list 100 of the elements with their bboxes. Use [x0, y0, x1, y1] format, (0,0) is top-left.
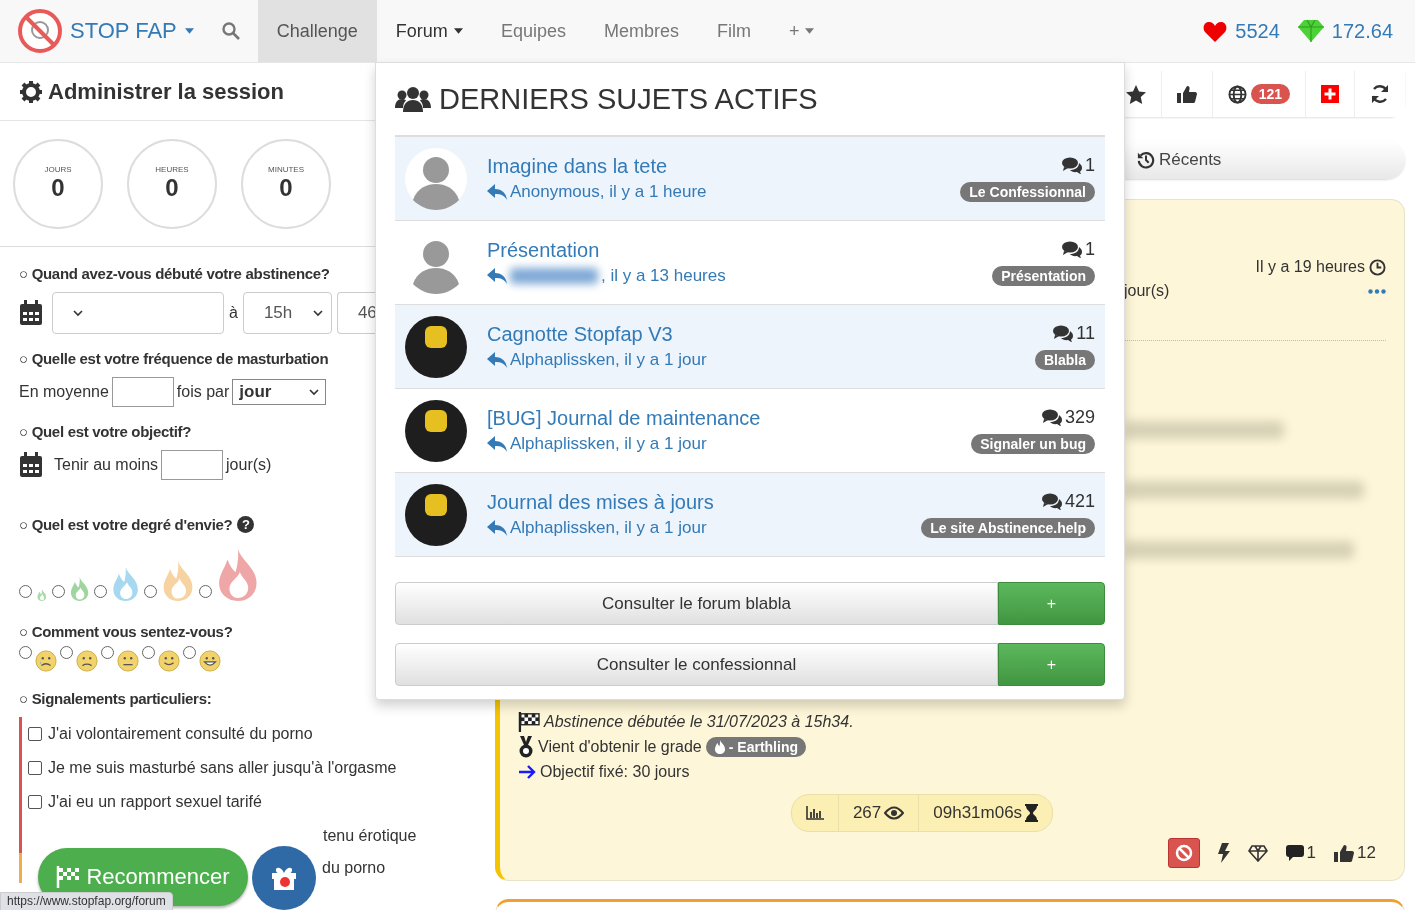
question-text: ○ Quelle est votre fréquence de masturbation	[19, 350, 330, 367]
topic-title[interactable]: Journal des mises à jours	[487, 491, 902, 514]
cross-flag-icon	[1321, 85, 1339, 103]
nav-tab[interactable]: +	[769, 0, 834, 62]
avatar-photo-placeholder	[405, 315, 467, 378]
users-icon	[395, 86, 431, 112]
like-count-button[interactable]: 12	[1334, 843, 1376, 863]
topic-title[interactable]: Présentation	[487, 239, 973, 262]
joiner-text: à	[229, 304, 238, 322]
nav-tab[interactable]: Forum	[376, 0, 482, 62]
question-text: ○ Quel est votre degré d'envie?	[19, 516, 233, 533]
face-icon	[117, 650, 139, 672]
gift-icon	[271, 866, 297, 890]
clock-icon	[1369, 258, 1386, 276]
days-text: jour(s)	[1124, 282, 1170, 300]
unit-select[interactable]: jour	[232, 379, 327, 405]
gem-icon	[1297, 20, 1324, 42]
hourglass-icon	[1025, 804, 1039, 822]
help-icon[interactable]: ?	[237, 516, 255, 533]
field-label: fois par	[176, 383, 230, 401]
question-text: ○ Comment vous sentez-vous?	[19, 623, 234, 640]
checkbox[interactable]	[28, 795, 42, 809]
nav-tab[interactable]: Equipes	[481, 0, 585, 62]
question-text: ○ Quel est votre objectif?	[19, 423, 193, 440]
checkbox[interactable]	[28, 761, 42, 775]
reply-icon	[487, 184, 507, 200]
grade-text: Vient d'obtenir le grade	[538, 737, 702, 756]
status-url: https://www.stopfap.org/forum	[0, 892, 173, 910]
reply-count: 1	[1085, 239, 1095, 260]
recent-tab[interactable]: Récents	[1125, 141, 1405, 179]
checkbox[interactable]	[28, 727, 42, 741]
chevron-icon	[309, 388, 320, 396]
caret-icon	[453, 28, 463, 34]
post-time: Il y a 19 heures	[1255, 258, 1365, 276]
comments-icon	[1041, 493, 1062, 510]
thumbs-up-icon	[1334, 844, 1355, 862]
question-text: ○ Signalements particuliers:	[19, 690, 213, 707]
block-button[interactable]	[1167, 838, 1200, 868]
topic-row[interactable]: Cagnotte Stopfap V3 Alphaplissken, il y a 1 jour 11 Blabla	[395, 305, 1105, 389]
topic-byline: , il y a 13 heures	[601, 266, 726, 286]
flag-button[interactable]	[1306, 71, 1355, 117]
history-icon	[1137, 151, 1155, 169]
globe-icon	[1227, 84, 1247, 104]
counter-value: 0	[165, 174, 179, 202]
comment-button[interactable]: 1	[1285, 843, 1317, 863]
topic-byline: Alphaplissken, il y a 1 jour	[510, 350, 707, 370]
days-input[interactable]	[161, 450, 224, 480]
nav-tab[interactable]: Film	[697, 0, 770, 62]
topic-title[interactable]: Cagnotte Stopfap V3	[487, 323, 1015, 346]
caret-icon	[805, 28, 815, 34]
fire-icon	[713, 739, 726, 754]
checkbox-label: J'ai volontairement consulté du porno	[48, 725, 313, 743]
topic-row[interactable]: Journal des mises à jours Alphaplissken, il y a 1 jour 421 Le site Abstinence.help	[395, 473, 1105, 557]
avatar-photo-placeholder	[405, 399, 467, 462]
star-icon	[1125, 84, 1146, 104]
eye-icon	[884, 806, 905, 820]
forum-link-button[interactable]: Consulter le confessionnal	[395, 643, 998, 686]
field-label: En moyenne	[19, 383, 109, 401]
comments-icon	[1062, 157, 1082, 174]
refresh-button[interactable]	[1355, 71, 1405, 117]
hour-select[interactable]: 15h	[242, 292, 332, 334]
dropdown-title: DERNIERS SUJETS ACTIFS	[439, 82, 818, 116]
brand-link[interactable]: STOP FAP	[0, 0, 212, 62]
face-icon	[76, 650, 98, 672]
topic-title[interactable]: [BUG] Journal de maintenance	[487, 407, 952, 430]
forum-link-button[interactable]: Consulter le forum blabla	[395, 582, 998, 625]
counter-label: JOURS	[44, 165, 72, 174]
no-sign-logo-icon	[18, 9, 62, 53]
topic-title[interactable]: Imagine dans la tete	[487, 155, 941, 178]
nav-tab[interactable]: Membres	[584, 0, 698, 62]
like-button[interactable]	[1161, 71, 1213, 117]
reply-count: 11	[1076, 323, 1095, 344]
checkbox-label: Je me suis masturbé sans aller jusqu'à l'orgasme	[48, 759, 397, 777]
category-badge: Blabla	[1035, 350, 1095, 370]
question-text: ○ Quand avez-vous débuté votre abstinence?	[19, 265, 331, 282]
topic-row[interactable]: Présentation , il y a 13 heures 1 Présentation	[395, 221, 1105, 305]
grade-badge: - Earthling	[705, 736, 806, 757]
checkbox-label: J'ai eu un rapport sexuel tarifé	[48, 793, 262, 811]
topic-row[interactable]: Imagine dans la tete Anonymous, il y a 1 heure 1 Le Confessionnal	[395, 137, 1105, 221]
globe-button[interactable]: 121	[1212, 71, 1306, 117]
duration-text: 09h31m06s	[933, 803, 1023, 823]
nav-tab[interactable]: Challenge	[257, 0, 377, 62]
bar-chart-icon	[805, 806, 824, 820]
category-badge: Le Confessionnal	[960, 182, 1095, 202]
category-badge: Le site Abstinence.help	[921, 518, 1095, 538]
chevron-icon	[73, 309, 83, 317]
gem-button[interactable]	[1247, 844, 1268, 862]
count-input[interactable]	[111, 377, 174, 407]
counter-value: 0	[51, 174, 65, 202]
reply-icon	[487, 436, 507, 452]
bolt-button[interactable]	[1217, 843, 1230, 863]
ban-icon	[1174, 844, 1193, 862]
gear-icon	[20, 80, 42, 103]
chevron-icon	[312, 309, 323, 317]
comment-icon	[1285, 845, 1304, 861]
counter-label: HEURES	[155, 165, 189, 174]
reply-icon	[487, 352, 507, 368]
checkbox-label: tenu érotique	[323, 827, 417, 845]
heart-icon	[1203, 20, 1228, 42]
field-label: Tenir au moins	[54, 456, 159, 474]
